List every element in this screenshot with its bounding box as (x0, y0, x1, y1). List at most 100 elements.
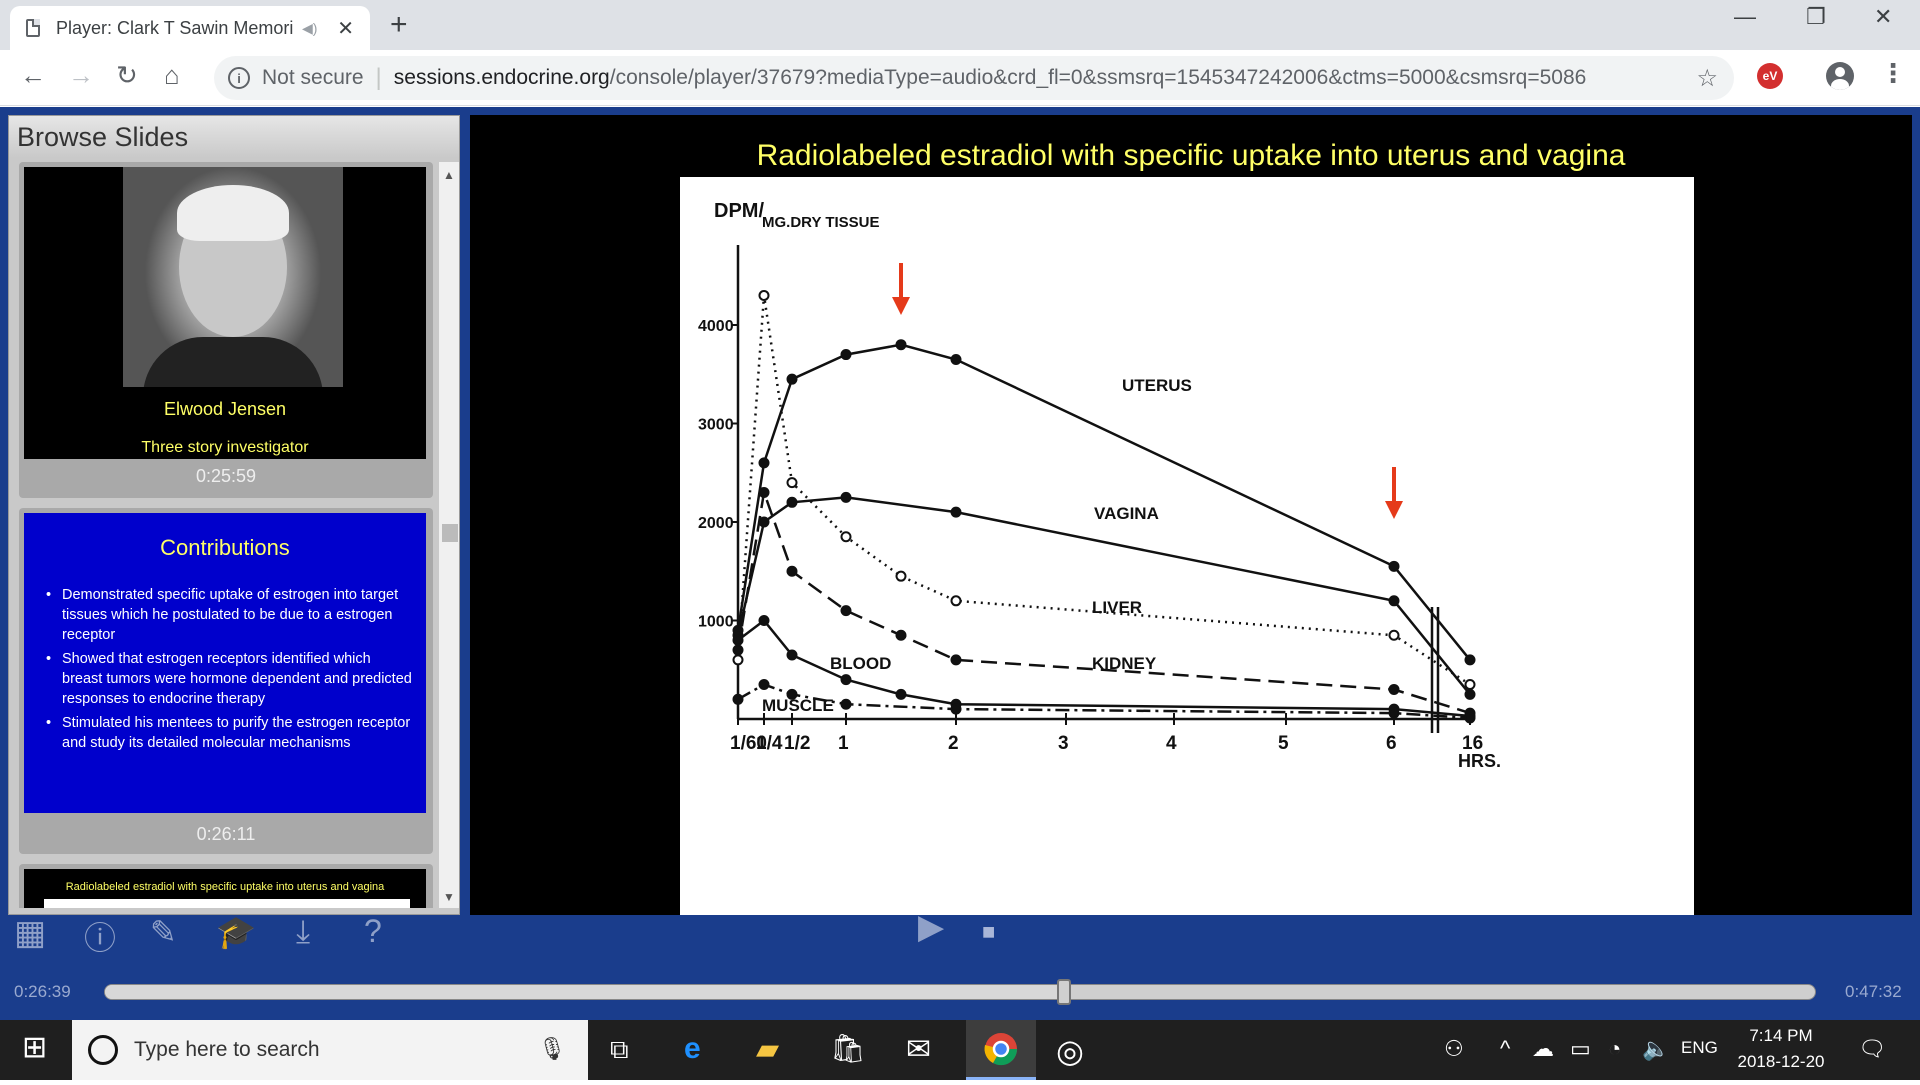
data-point-vagina (1388, 595, 1400, 607)
series-label-muscle: MUSCLE (762, 696, 834, 715)
microphone-icon[interactable]: 🎙 (538, 1036, 566, 1062)
series-label-liver: LIVER (1092, 598, 1142, 617)
back-icon[interactable]: ← (20, 60, 46, 91)
slide-list[interactable]: Elwood Jensen Three story investigator 0… (13, 162, 435, 908)
bookmark-star-icon[interactable]: ☆ (1696, 64, 1718, 93)
onedrive-icon[interactable]: ☁ (1532, 1036, 1554, 1062)
total-time: 0:47:32 (1845, 982, 1902, 1001)
edge-icon[interactable]: e (684, 1032, 701, 1066)
home-icon[interactable]: ⌂ (164, 60, 180, 91)
slide-heading: Radiolabeled estradiol with specific upt… (65, 881, 385, 893)
extension-icon[interactable]: eV (1757, 63, 1783, 89)
data-point-kidney (840, 605, 852, 617)
new-tab-icon[interactable]: + (390, 8, 408, 42)
data-point-kidney (786, 565, 798, 577)
forward-icon[interactable]: → (68, 60, 94, 91)
slide-bullet: Stimulated his mentees to purify the est… (38, 713, 412, 753)
scroll-down-icon[interactable]: ▼ (443, 890, 455, 904)
edit-notes-icon[interactable]: ✎ (150, 913, 177, 951)
people-icon[interactable]: ⚇ (1444, 1036, 1464, 1062)
slide-list-scrollbar[interactable]: ▲ ▼ (439, 162, 459, 908)
progress-handle[interactable] (1057, 979, 1072, 1005)
show-hidden-icons[interactable]: ^ (1500, 1036, 1510, 1062)
clock-time[interactable]: 7:14 PM (1735, 1026, 1827, 1046)
x-tick-label: 2 (948, 733, 959, 754)
menu-kebab-icon[interactable]: ⋮ (1880, 58, 1906, 89)
stop-icon[interactable]: ■ (982, 919, 995, 945)
info-icon[interactable]: ⓘ (84, 913, 116, 959)
tab-close-icon[interactable]: ✕ (337, 16, 354, 41)
data-point-muscle (1388, 707, 1400, 719)
data-point-uterus (786, 373, 798, 385)
y-tick-label: 3000 (698, 417, 734, 434)
graduation-cap-icon[interactable]: 🎓 (216, 913, 256, 951)
restore-icon[interactable]: ❐ (1806, 4, 1826, 30)
window-close-icon[interactable]: ✕ (1874, 4, 1892, 30)
slide-card[interactable]: Elwood Jensen Three story investigator 0… (19, 162, 433, 498)
slide-bullet-list: Demonstrated specific uptake of estrogen… (38, 585, 412, 753)
wifi-icon[interactable]: ◔ (1608, 1036, 1621, 1062)
help-icon[interactable]: ? (364, 913, 382, 950)
site-info-icon[interactable]: i (228, 67, 250, 89)
slide-thumbnail[interactable]: Radiolabeled estradiol with specific upt… (24, 869, 426, 908)
browser-tab[interactable]: Player: Clark T Sawin Memori ◀) ✕ (10, 6, 370, 50)
data-point-vagina (950, 506, 962, 518)
chrome-icon (984, 1033, 1018, 1066)
slide-thumbnail[interactable]: Contributions Demonstrated specific upta… (24, 513, 426, 813)
url-separator: | (375, 64, 382, 91)
windows-taskbar: ⊞ Type here to search 🎙 ⧉ e ▰ 🛍 ✉ ◎ ⚇ ^ … (0, 1020, 1920, 1080)
reload-icon[interactable]: ↻ (116, 60, 138, 91)
grid-menu-icon[interactable]: ▦ (14, 913, 46, 953)
slide-card[interactable]: Contributions Demonstrated specific upta… (19, 508, 433, 854)
mail-icon[interactable]: ✉ (906, 1032, 931, 1067)
battery-icon[interactable]: ▭ (1570, 1036, 1591, 1062)
slide-timestamp: 0:26:11 (196, 824, 256, 844)
red-arrow-head (1385, 501, 1403, 519)
y-tick-label: 2000 (698, 515, 734, 532)
current-time: 0:26:39 (14, 982, 71, 1001)
file-explorer-icon[interactable]: ▰ (756, 1032, 779, 1067)
tab-audio-icon[interactable]: ◀) (302, 20, 317, 37)
volume-icon[interactable]: 🔈 (1642, 1036, 1669, 1062)
browser-toolbar: ← → ↻ ⌂ i Not secure | sessions.endocrin… (0, 50, 1920, 106)
progress-bar[interactable] (104, 979, 1816, 1005)
scroll-up-icon[interactable]: ▲ (443, 168, 455, 182)
slide-heading: Contributions (160, 535, 290, 560)
data-point-liver (732, 654, 744, 666)
taskbar-chrome-button[interactable] (966, 1020, 1036, 1080)
progress-fill (105, 985, 1065, 999)
windows-start-icon[interactable]: ⊞ (22, 1030, 47, 1065)
data-point-uterus (1464, 654, 1476, 666)
store-icon[interactable]: 🛍 (830, 1032, 866, 1065)
data-point-blood (895, 688, 907, 700)
slide-figure-preview (44, 899, 410, 908)
slide-person-name: Elwood Jensen (163, 399, 287, 419)
data-point-kidney (895, 629, 907, 641)
data-point-blood (840, 674, 852, 686)
minimize-icon[interactable]: — (1734, 4, 1756, 30)
action-center-icon[interactable]: 🗨 (1858, 1036, 1886, 1062)
slide-thumbnail[interactable]: Elwood Jensen Three story investigator (24, 167, 426, 459)
data-point-liver (840, 531, 852, 543)
clock-date[interactable]: 2018-12-20 (1735, 1052, 1827, 1072)
security-label: Not secure (262, 66, 364, 89)
groove-music-icon[interactable]: ◎ (1056, 1032, 1084, 1070)
scroll-thumb[interactable] (442, 524, 458, 542)
profile-avatar-icon[interactable] (1826, 62, 1854, 90)
download-icon[interactable]: ⤓ (296, 913, 310, 951)
task-view-icon[interactable]: ⧉ (610, 1034, 629, 1066)
slide-card[interactable]: Radiolabeled estradiol with specific upt… (19, 864, 433, 908)
language-indicator[interactable]: ENG (1681, 1038, 1718, 1058)
taskbar-search[interactable]: Type here to search 🎙 (72, 1020, 588, 1080)
data-point-vagina (840, 491, 852, 503)
data-point-liver (895, 570, 907, 582)
data-point-muscle (1464, 712, 1476, 724)
series-label-uterus: UTERUS (1122, 376, 1192, 395)
play-icon[interactable]: ▶ (918, 907, 944, 947)
portrait-photo (123, 167, 343, 387)
x-tick-label: 1/2 (784, 733, 810, 754)
x-tick-label: 6 (1386, 733, 1397, 754)
media-player: Browse Slides Elwood Jensen Three story … (0, 107, 1920, 1020)
cortana-icon[interactable] (88, 1035, 118, 1065)
address-bar[interactable]: i Not secure | sessions.endocrine.org/co… (214, 56, 1734, 100)
